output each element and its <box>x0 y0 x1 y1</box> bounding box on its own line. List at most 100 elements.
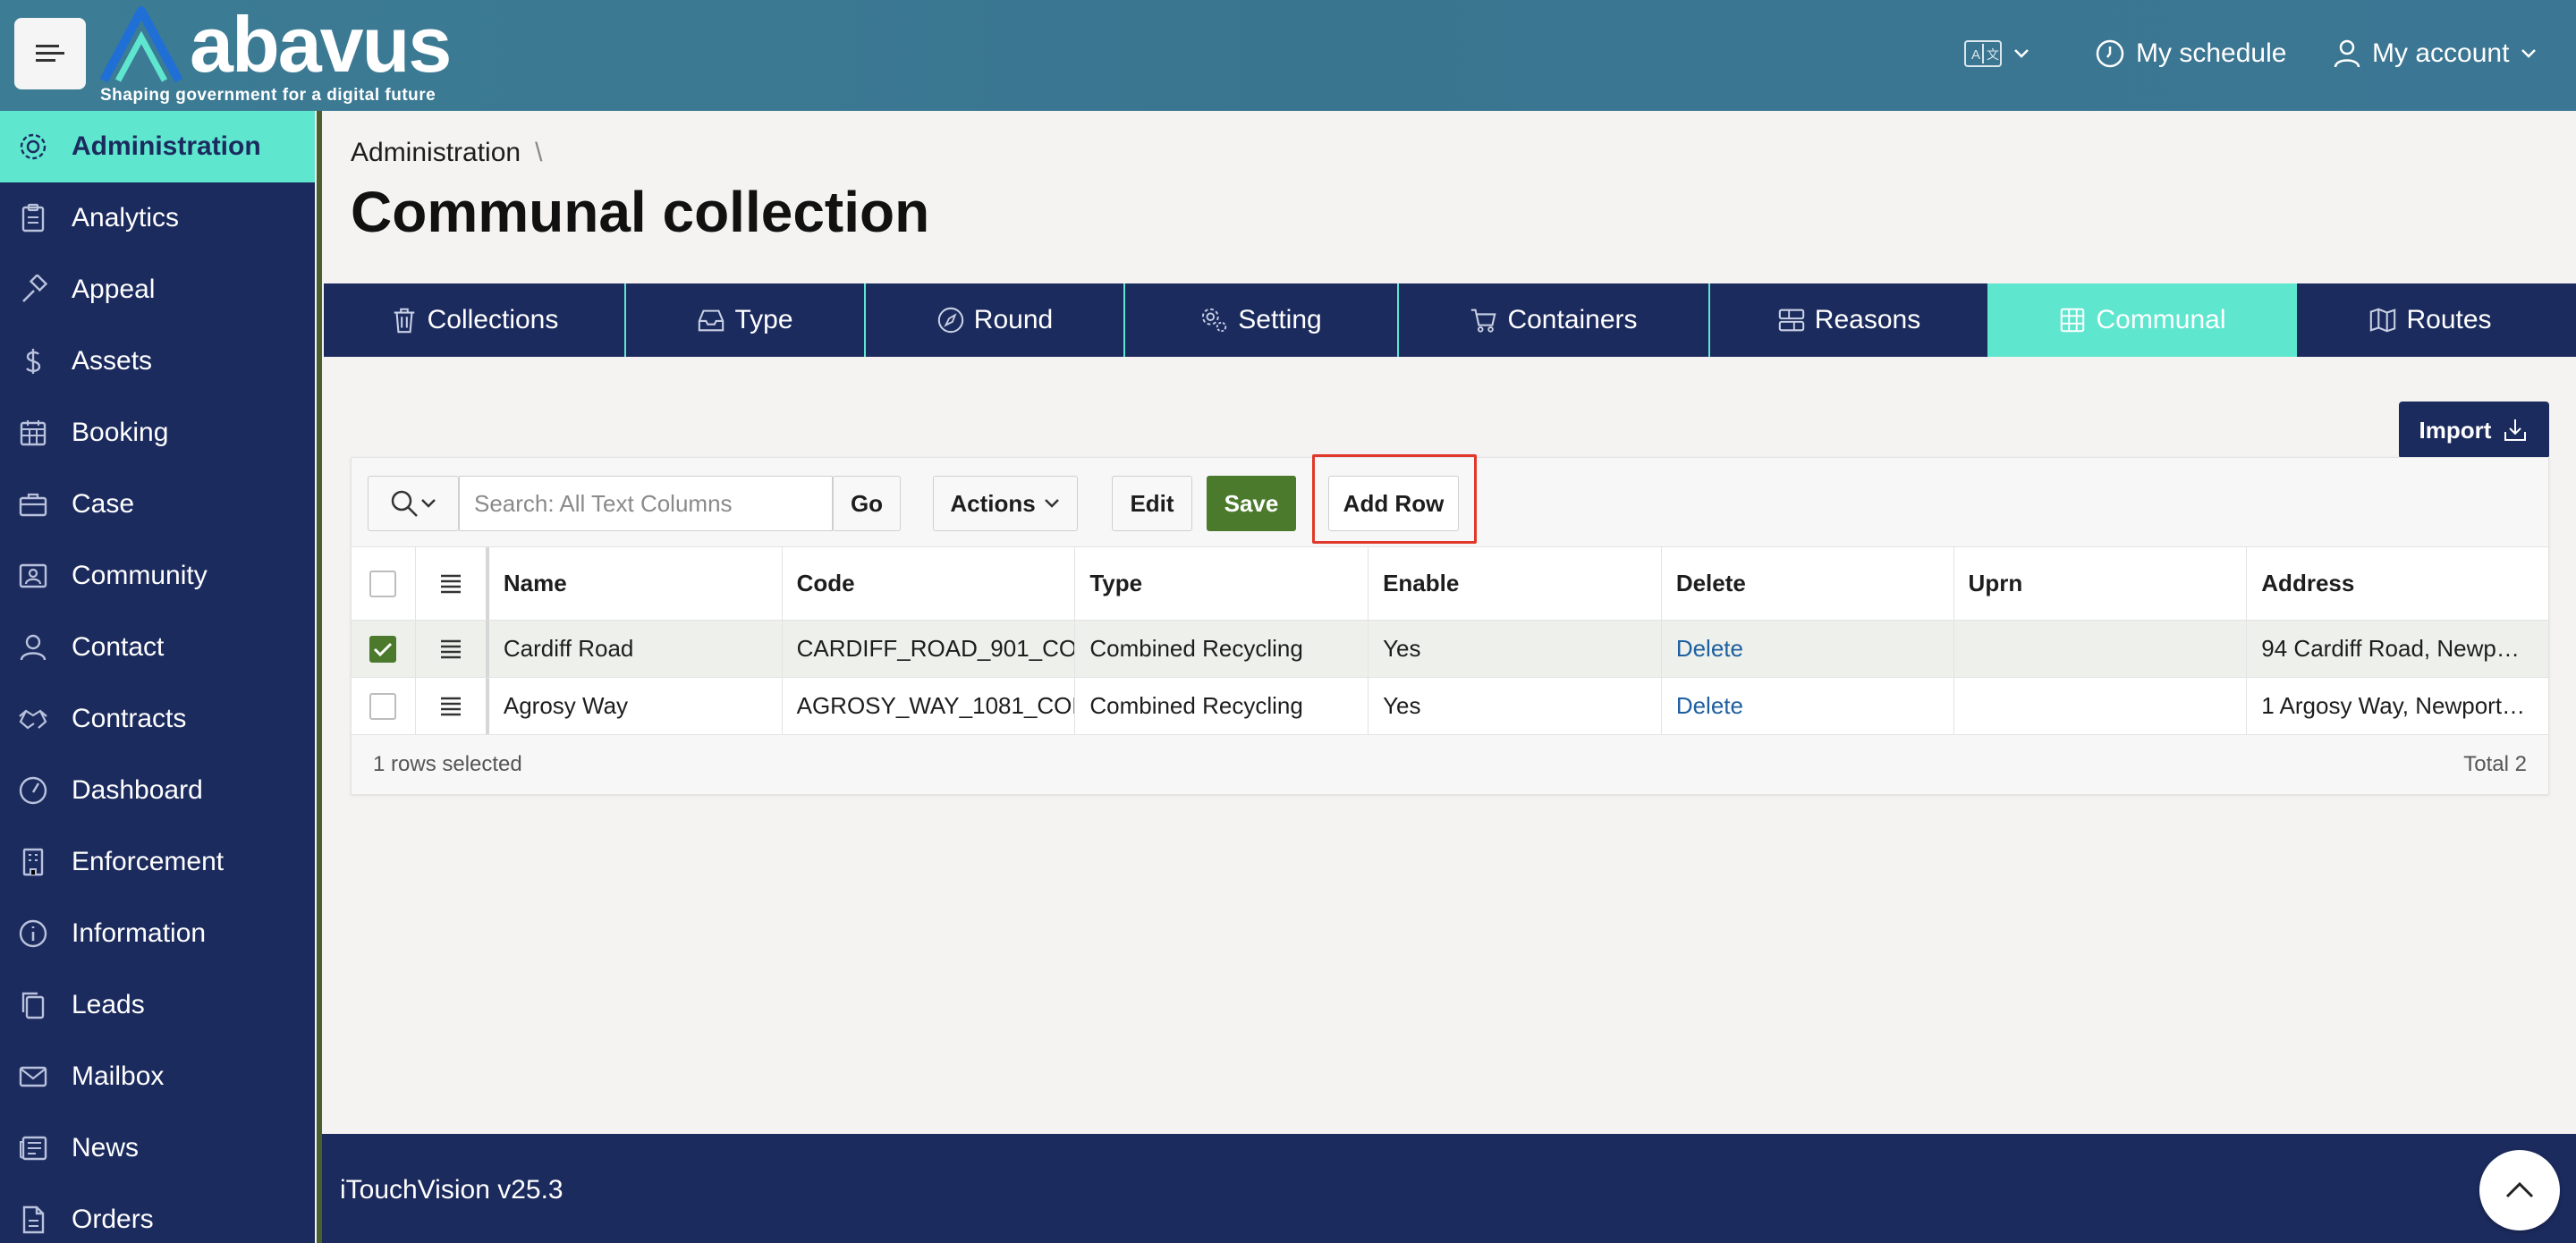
sidebar-item-information[interactable]: Information <box>0 898 315 969</box>
sidebar-item-community[interactable]: Community <box>0 540 315 612</box>
translate-icon: A 文 <box>1964 40 2002 67</box>
column-header-uprn[interactable]: Uprn <box>1954 547 2248 620</box>
my-account-menu[interactable]: My account <box>2333 27 2538 80</box>
row-checkbox[interactable] <box>369 635 397 663</box>
sidebar-item-contracts[interactable]: Contracts <box>0 683 315 755</box>
tab-containers[interactable]: Containers <box>1399 283 1710 357</box>
lines-icon <box>440 574 461 593</box>
delete-link[interactable]: Delete <box>1676 635 1743 663</box>
sidebar-item-case[interactable]: Case <box>0 469 315 540</box>
sidebar-item-news[interactable]: News <box>0 1112 315 1184</box>
sidebar-item-leads[interactable]: Leads <box>0 969 315 1041</box>
chevron-down-icon <box>2521 49 2537 58</box>
sidebar-item-administration[interactable]: Administration <box>0 111 315 182</box>
column-header-address[interactable]: Address <box>2247 547 2548 620</box>
column-header-enable[interactable]: Enable <box>1368 547 1662 620</box>
menu-toggle-button[interactable] <box>14 18 86 89</box>
clipboard-icon <box>21 203 45 233</box>
chevron-down-icon <box>421 499 436 508</box>
column-header-delete[interactable]: Delete <box>1662 547 1954 620</box>
sidebar-item-appeal[interactable]: Appeal <box>0 254 315 326</box>
save-button[interactable]: Save <box>1207 476 1296 531</box>
delete-link[interactable]: Delete <box>1676 692 1743 720</box>
sidebar-item-booking[interactable]: Booking <box>0 397 315 469</box>
sidebar-item-label: Leads <box>72 990 145 1019</box>
column-header-type[interactable]: Type <box>1075 547 1369 620</box>
sidebar-item-label: Orders <box>72 1205 154 1234</box>
actions-menu-button[interactable]: Actions <box>933 476 1078 531</box>
gear-icon <box>20 133 47 160</box>
mail-icon <box>19 1066 47 1087</box>
cell-name[interactable]: Cardiff Road <box>489 621 783 677</box>
tab-setting[interactable]: Setting <box>1125 283 1399 357</box>
cell-enable[interactable]: Yes <box>1368 678 1662 734</box>
sidebar-item-label: Assets <box>72 346 153 376</box>
search-input[interactable] <box>474 489 832 518</box>
cell-code[interactable]: AGROSY_WAY_1081_COM <box>783 678 1076 734</box>
lines-icon <box>440 697 461 715</box>
sidebar-item-enforcement[interactable]: Enforcement <box>0 826 315 898</box>
table-row[interactable]: Agrosy Way AGROSY_WAY_1081_COM Combined … <box>352 678 2548 735</box>
cell-type[interactable]: Combined Recycling <box>1075 678 1369 734</box>
sidebar-item-mailbox[interactable]: Mailbox <box>0 1041 315 1112</box>
sidebar-item-orders[interactable]: Orders <box>0 1184 315 1243</box>
import-button[interactable]: Import <box>2399 402 2549 459</box>
select-all-checkbox[interactable] <box>369 570 397 597</box>
sidebar-item-dashboard[interactable]: Dashboard <box>0 755 315 826</box>
sidebar-item-contact[interactable]: Contact <box>0 612 315 683</box>
tab-communal[interactable]: Communal <box>1989 283 2297 357</box>
cell-code[interactable]: CARDIFF_ROAD_901_COM <box>783 621 1076 677</box>
row-selector-header[interactable] <box>416 547 489 620</box>
column-header-code[interactable]: Code <box>783 547 1076 620</box>
version-label: iTouchVision v25.3 <box>340 1175 564 1205</box>
sidebar-item-analytics[interactable]: Analytics <box>0 182 315 254</box>
tab-routes[interactable]: Routes <box>2297 283 2563 357</box>
sidebar-item-label: Booking <box>72 418 169 447</box>
cell-address-text: 94 Cardiff Road, Newport, … <box>2261 635 2530 662</box>
cell-address[interactable]: 1 Argosy Way, Newport, … <box>2247 678 2548 734</box>
go-button[interactable]: Go <box>833 476 901 531</box>
sidebar-item-list: Administration Analytics Appeal Assets Booki… <box>0 111 315 1243</box>
cell-type[interactable]: Combined Recycling <box>1075 621 1369 677</box>
cell-uprn[interactable] <box>1954 678 2248 734</box>
tab-round[interactable]: Round <box>866 283 1125 357</box>
edit-button[interactable]: Edit <box>1112 476 1192 531</box>
tab-type[interactable]: Type <box>626 283 866 357</box>
breadcrumb: Administration \ <box>351 138 542 168</box>
search-column-selector[interactable] <box>368 476 459 531</box>
tab-label: Containers <box>1507 305 1638 334</box>
tab-reasons[interactable]: Reasons <box>1710 283 1989 357</box>
grid-footer: 1 rows selected Total 2 <box>352 735 2548 794</box>
tab-collections[interactable]: Collections <box>324 283 626 357</box>
language-selector[interactable]: A 文 <box>1964 27 2030 80</box>
my-schedule-link[interactable]: My schedule <box>2095 27 2286 80</box>
cell-uprn[interactable] <box>1954 621 2248 677</box>
cell-delete: Delete <box>1662 621 1954 677</box>
row-actions-cell[interactable] <box>416 621 489 677</box>
cell-enable[interactable]: Yes <box>1368 621 1662 677</box>
lines-icon <box>440 639 461 658</box>
tab-label: Type <box>734 305 793 334</box>
column-header-name[interactable]: Name <box>489 547 783 620</box>
cell-delete: Delete <box>1662 678 1954 734</box>
add-row-highlight-box <box>1312 454 1477 544</box>
table-row[interactable]: Cardiff Road CARDIFF_ROAD_901_COM Combin… <box>352 621 2548 678</box>
svg-text:A: A <box>1971 47 1980 63</box>
search-field-wrapper <box>459 476 833 531</box>
sidebar-item-label: Mailbox <box>72 1061 165 1091</box>
cell-address[interactable]: 94 Cardiff Road, Newport, … <box>2247 621 2548 677</box>
cell-name[interactable]: Agrosy Way <box>489 678 783 734</box>
abavus-logo[interactable]: abavus Shaping government for a digital … <box>97 4 472 107</box>
row-checkbox[interactable] <box>369 692 397 720</box>
breadcrumb-administration[interactable]: Administration <box>351 138 521 167</box>
user-icon <box>2334 39 2360 68</box>
scroll-to-top-button[interactable] <box>2479 1150 2560 1230</box>
sidebar-nav: Administration Analytics Appeal Assets Booki… <box>0 111 322 1243</box>
row-actions-cell[interactable] <box>416 678 489 734</box>
chevron-down-icon <box>1044 499 1059 508</box>
tab-label: Reasons <box>1814 305 1921 334</box>
chevron-up-icon <box>2505 1181 2534 1198</box>
sidebar-item-assets[interactable]: Assets <box>0 326 315 397</box>
user-icon <box>20 634 47 661</box>
cell-address-text: 1 Argosy Way, Newport, … <box>2261 692 2530 719</box>
